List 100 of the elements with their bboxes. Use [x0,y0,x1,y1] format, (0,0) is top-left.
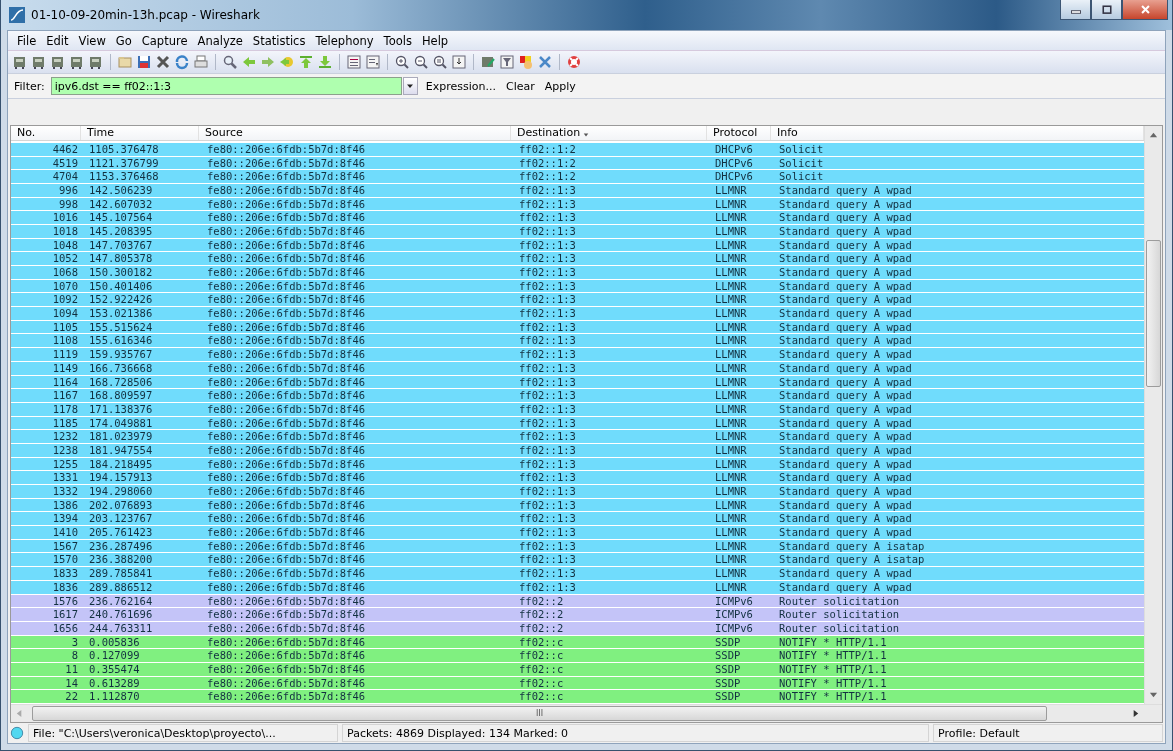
close-button[interactable] [1122,0,1168,20]
network-card-icon[interactable] [31,54,47,70]
floppy-icon[interactable] [136,54,152,70]
minimize-button[interactable] [1060,0,1091,20]
menu-item[interactable]: Tools [378,33,417,48]
filter-field[interactable]: ipv6.dst == ff02::1:3 [50,77,402,95]
column-header[interactable]: Destination [511,126,707,140]
menu-item[interactable]: Telephony [310,33,379,48]
menu-item[interactable]: Capture [136,33,193,48]
refresh-icon[interactable] [174,54,190,70]
printer-icon[interactable] [193,54,209,70]
packet-row[interactable]: 8 0.127099 fe80::206e:6fdb:5b7d:8f46 ff02::c SSDP NOTIFY * HTTP/1.1 [11,649,1144,663]
packet-row[interactable]: 4704 1153.376468 fe80::206e:6fdb:5b7d:8f46 ff02::1:2 DHCPv6 Solicit [11,170,1144,184]
table-cell-text: 155.616346 [88,334,154,348]
packet-row[interactable]: 1394 203.123767 fe80::206e:6fdb:5b7d:8f46 ff02::1:3 LLMNR Standard query A wpad [11,512,1144,527]
magnifier-icon[interactable] [222,54,238,70]
table-cell-text: fe80::206e:6fdb:5b7d:8f46 [206,676,367,690]
menu-item[interactable]: File [12,33,42,48]
packet-row[interactable]: 1570 236.388200 fe80::206e:6fdb:5b7d:8f46 ff02::1:3 LLMNR Standard query A isatap [11,553,1144,568]
zoom-in-icon[interactable] [394,54,410,70]
table-cell-text: Standard query A wpad [778,279,913,293]
vertical-scrollbar[interactable] [1144,126,1162,704]
table-cell-text: NOTIFY * HTTP/1.1 [778,649,888,663]
scroll-up-icon[interactable] [1149,131,1158,140]
packet-count-text: Packets: 4869 Displayed: 134 Marked: 0 [342,724,929,742]
column-header[interactable]: Time [81,126,199,140]
packet-row[interactable]: 22 1.112870 fe80::206e:6fdb:5b7d:8f46 ff02::c SSDP NOTIFY * HTTP/1.1 [11,690,1144,704]
packet-row[interactable]: 1833 289.785841 fe80::206e:6fdb:5b7d:8f46 ff02::1:3 LLMNR Standard query A wpad [11,567,1144,581]
scrollbar-thumb[interactable] [1146,240,1161,387]
table-cell-text: 1149 [51,361,79,375]
zoom-out-icon[interactable] [413,54,429,70]
table-cell-text: ff02::1:3 [518,238,577,252]
menu-item[interactable]: Statistics [247,33,311,48]
profile-text[interactable]: Profile: Default [933,724,1163,742]
menu-item[interactable]: Analyze [192,33,248,48]
column-header[interactable]: Source [199,126,511,140]
menu-item[interactable]: View [73,33,111,48]
resize-icon[interactable] [451,54,467,70]
table-cell-text: ff02::1:3 [518,348,577,362]
packet-row[interactable]: 1331 194.157913 fe80::206e:6fdb:5b7d:8f46 ff02::1:3 LLMNR Standard query A wpad [11,471,1144,485]
funnel-icon[interactable] [499,54,515,70]
table-cell-text: LLMNR [714,526,748,540]
packet-row[interactable]: 1108 155.616346 fe80::206e:6fdb:5b7d:8f46 ff02::1:3 LLMNR Standard query A wpad [11,334,1144,349]
table-cell-text: Standard query A wpad [778,375,913,389]
table-cell-text: ICMPv6 [714,621,754,635]
table-cell-text: fe80::206e:6fdb:5b7d:8f46 [206,416,367,430]
packet-row[interactable]: 1410 205.761423 fe80::206e:6fdb:5b7d:8f46 ff02::1:3 LLMNR Standard query A wpad [11,526,1144,540]
menu-item[interactable]: Edit [41,33,74,48]
table-cell-text: 1394 [51,512,79,526]
x-icon[interactable] [155,54,171,70]
packet-row[interactable]: 1094 153.021386 fe80::206e:6fdb:5b7d:8f46 ff02::1:3 LLMNR Standard query A wpad [11,307,1144,321]
table-cell-text: ff02::2 [518,608,565,622]
packet-row[interactable]: 1016 145.107564 fe80::206e:6fdb:5b7d:8f46 ff02::1:3 LLMNR Standard query A wpad [11,211,1144,225]
filter-action-button[interactable]: Apply [542,79,578,93]
network-card-icon[interactable] [88,54,104,70]
table-cell-text: fe80::206e:6fdb:5b7d:8f46 [206,430,367,444]
table-cell-text: 166.736668 [88,361,154,375]
list-scroll-icon[interactable] [365,54,381,70]
arrow-down-icon[interactable] [317,54,333,70]
horizontal-scrollbar[interactable]: III [11,704,1162,722]
table-cell-text: ff02::1:3 [518,580,577,594]
network-card-icon[interactable] [12,54,28,70]
menu-item[interactable]: Help [416,33,454,48]
packet-row[interactable]: 4462 1105.376478 fe80::206e:6fdb:5b7d:8f46 ff02::1:2 DHCPv6 Solicit [11,142,1144,157]
table-cell-text: Standard query A wpad [778,430,913,444]
packet-row[interactable]: 1332 194.298060 fe80::206e:6fdb:5b7d:8f46 ff02::1:3 LLMNR Standard query A wpad [11,485,1144,499]
table-cell-text: LLMNR [714,348,748,362]
packet-row[interactable]: 1119 159.935767 fe80::206e:6fdb:5b7d:8f46 ff02::1:3 LLMNR Standard query A wpad [11,348,1144,362]
table-cell-text: fe80::206e:6fdb:5b7d:8f46 [206,635,367,649]
table-cell-text: 240.761696 [88,608,154,622]
column-header[interactable]: No. [11,126,81,140]
scroll-right-icon[interactable] [1131,709,1140,718]
dropdown-button[interactable] [402,77,418,95]
list-icon[interactable] [346,54,362,70]
packet-row[interactable]: 1617 240.761696 fe80::206e:6fdb:5b7d:8f46 ff02::2 ICMPv6 Router solicitation [11,608,1144,622]
arrow-up-icon[interactable] [298,54,314,70]
scroll-down-icon[interactable] [1149,690,1158,699]
packet-row[interactable]: 1068 150.300182 fe80::206e:6fdb:5b7d:8f46 ff02::1:3 LLMNR Standard query A wpad [11,266,1144,280]
table-cell-text: ff02::c [518,635,565,649]
menu-item[interactable]: Go [110,33,137,48]
table-cell-text: ff02::1:3 [518,539,577,553]
maximize-button[interactable] [1091,0,1122,20]
zoom-reset-icon[interactable] [432,54,448,70]
filter-action-button[interactable]: Expression... [423,79,498,93]
table-cell-text: 184.218495 [88,457,154,471]
scrollbar-thumb[interactable]: III [32,706,1047,721]
network-card-icon[interactable] [69,54,85,70]
network-card-icon[interactable] [50,54,66,70]
status-circle-icon[interactable] [10,726,24,740]
table-cell-text: ff02::1:3 [518,402,577,416]
filter-action-button[interactable]: Clear [503,79,537,93]
packet-row[interactable]: 1167 168.809597 fe80::206e:6fdb:5b7d:8f46 ff02::1:3 LLMNR Standard query A wpad [11,389,1144,403]
table-cell-text: LLMNR [714,430,748,444]
column-header[interactable]: Protocol [707,126,771,140]
packet-row[interactable]: 1052 147.805378 fe80::206e:6fdb:5b7d:8f46 ff02::1:3 LLMNR Standard query A wpad [11,252,1144,266]
packet-row[interactable]: 1092 152.922426 fe80::206e:6fdb:5b7d:8f46 ff02::1:3 LLMNR Standard query A wpad [11,293,1144,308]
palette-icon[interactable] [518,54,534,70]
lifebuoy-icon[interactable] [566,54,582,70]
packet-row[interactable]: 1232 181.023979 fe80::206e:6fdb:5b7d:8f46 ff02::1:3 LLMNR Standard query A wpad [11,430,1144,444]
table-cell-text: ff02::c [518,649,565,663]
